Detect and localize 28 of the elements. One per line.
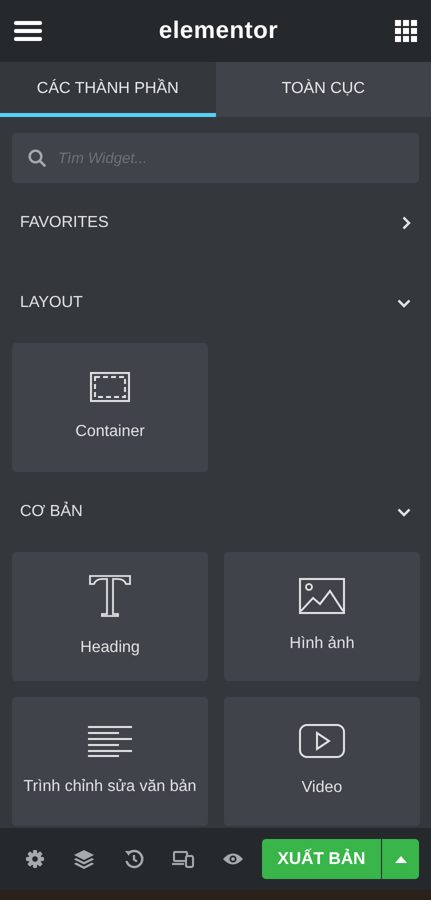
section-header[interactable]: FAVORITES <box>12 183 419 263</box>
chevron-down-icon <box>397 298 411 308</box>
widget-tile[interactable]: Heading <box>12 552 208 681</box>
chevron-right-icon <box>402 216 411 230</box>
history-icon <box>124 849 144 869</box>
eye-icon <box>222 852 244 866</box>
tab[interactable]: TOÀN CỤC <box>216 62 431 117</box>
video-play-icon <box>299 724 345 758</box>
layers-icon <box>73 849 96 869</box>
grid-icon <box>394 20 417 42</box>
widget-tile[interactable]: Container <box>12 343 208 472</box>
section-header[interactable]: LAYOUT <box>12 263 419 343</box>
menu-icon <box>14 20 42 42</box>
image-icon <box>299 578 345 614</box>
widget-tile[interactable]: Trình chỉnh sửa văn bản <box>12 697 208 826</box>
logo-text: elementor <box>158 16 278 46</box>
apps-button[interactable] <box>394 19 417 43</box>
devices-icon <box>172 850 194 868</box>
section-header[interactable]: CƠ BẢN <box>12 472 419 552</box>
publish-options-button[interactable] <box>382 839 420 879</box>
letter-t-icon <box>88 574 132 618</box>
widget-tile[interactable]: Hình ảnh <box>224 552 420 681</box>
caret-icon <box>394 856 407 862</box>
chevron-down-icon <box>397 508 411 516</box>
widget-tile[interactable]: Video <box>224 697 420 826</box>
paragraph-icon <box>87 724 133 756</box>
menu-button[interactable] <box>14 19 42 43</box>
container-icon <box>90 372 130 402</box>
